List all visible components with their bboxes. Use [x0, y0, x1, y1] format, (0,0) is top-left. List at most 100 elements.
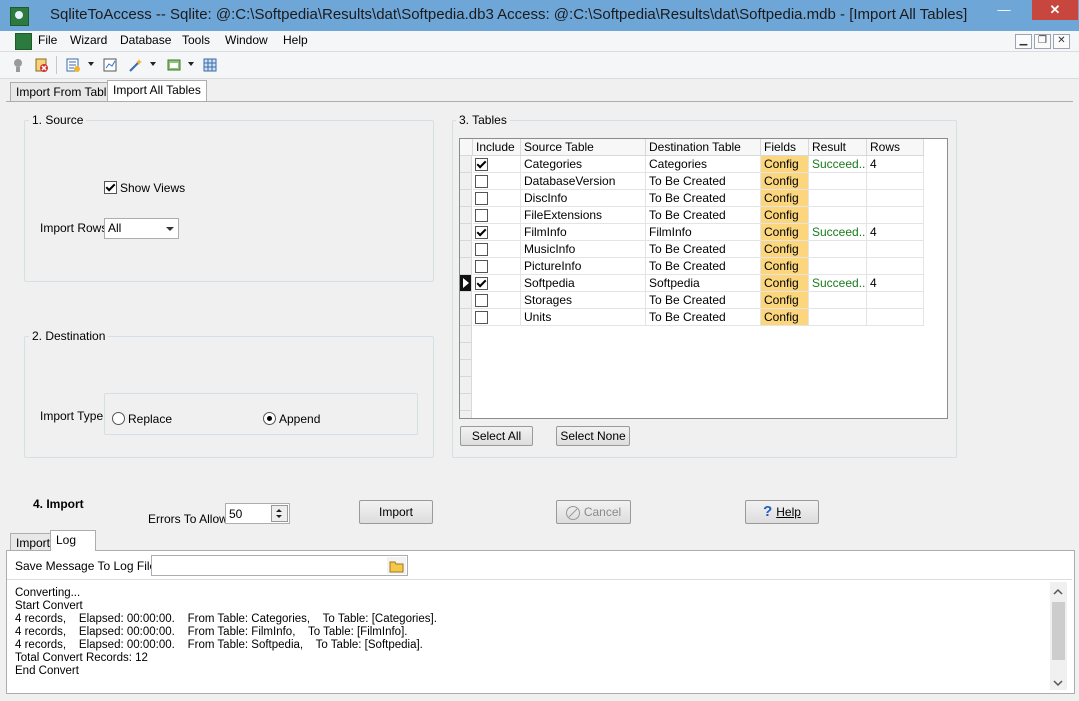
grid-cell-result[interactable]: Succeed... — [809, 275, 867, 292]
row-header[interactable] — [460, 156, 472, 173]
include-cell[interactable] — [473, 207, 521, 224]
grid-cell-rows[interactable] — [867, 258, 924, 275]
help-button[interactable]: ? Help — [745, 500, 819, 524]
open-folder-icon[interactable] — [387, 557, 406, 574]
include-checkbox[interactable] — [475, 243, 488, 256]
row-header[interactable] — [460, 224, 472, 241]
grid-cell-fields[interactable]: Config — [761, 207, 809, 224]
include-checkbox[interactable] — [475, 192, 488, 205]
tab-import-from-table[interactable]: Import From Table — [10, 82, 120, 101]
grid-cell-dest[interactable]: Softpedia — [646, 275, 761, 292]
grid-cell-rows[interactable]: 4 — [867, 224, 924, 241]
menu-wizard[interactable]: Wizard — [70, 33, 107, 47]
show-views-checkbox[interactable] — [104, 181, 117, 194]
include-cell[interactable] — [473, 275, 521, 292]
grid-cell-rows[interactable]: 4 — [867, 275, 924, 292]
wizard-dropdown-icon[interactable] — [88, 62, 94, 66]
connect-icon[interactable] — [10, 57, 26, 73]
tab-log[interactable]: Log — [50, 530, 96, 551]
tab-import-all-tables[interactable]: Import All Tables — [107, 80, 207, 101]
select-all-button[interactable]: Select All — [460, 426, 533, 446]
spinner-arrows-icon[interactable] — [271, 505, 288, 522]
select-none-button[interactable]: Select None — [556, 426, 630, 446]
wand-dropdown-icon[interactable] — [150, 62, 156, 66]
menu-file[interactable]: File — [38, 33, 57, 47]
grid-cell-source[interactable]: DiscInfo — [521, 190, 646, 207]
wizard-icon[interactable] — [65, 57, 81, 73]
grid-cell-fields[interactable]: Config — [761, 173, 809, 190]
mdi-minimize-button[interactable]: ▁ — [1015, 34, 1032, 49]
grid-cell-fields[interactable]: Config — [761, 241, 809, 258]
grid-cell-rows[interactable] — [867, 207, 924, 224]
grid-cell-dest[interactable]: To Be Created — [646, 258, 761, 275]
include-checkbox[interactable] — [475, 294, 488, 307]
include-checkbox[interactable] — [475, 175, 488, 188]
grid-cell-fields[interactable]: Config — [761, 156, 809, 173]
grid-cell-result[interactable] — [809, 309, 867, 326]
include-cell[interactable] — [473, 156, 521, 173]
window-icon[interactable] — [166, 57, 182, 73]
grid-cell-dest[interactable]: Categories — [646, 156, 761, 173]
include-cell[interactable] — [473, 241, 521, 258]
grid-cell-result[interactable] — [809, 258, 867, 275]
grid-cell-source[interactable]: Softpedia — [521, 275, 646, 292]
replace-radio[interactable] — [112, 412, 125, 425]
grid-cell-source[interactable]: Categories — [521, 156, 646, 173]
grid-cell-result[interactable] — [809, 207, 867, 224]
include-cell[interactable] — [473, 309, 521, 326]
include-checkbox[interactable] — [475, 158, 488, 171]
app-icon[interactable] — [10, 7, 29, 26]
grid-cell-rows[interactable] — [867, 309, 924, 326]
grid-cell-dest[interactable]: To Be Created — [646, 190, 761, 207]
grid-cell-fields[interactable]: Config — [761, 258, 809, 275]
grid-cell-source[interactable]: MusicInfo — [521, 241, 646, 258]
row-header[interactable] — [460, 207, 472, 224]
grid-cell-dest[interactable]: To Be Created — [646, 173, 761, 190]
cancel-button[interactable]: Cancel — [556, 500, 631, 524]
tables-grid[interactable]: Include Source Table Destination Table Fiel… — [459, 138, 948, 419]
row-header[interactable] — [460, 292, 472, 309]
import-button[interactable]: Import — [359, 500, 433, 524]
grid-cell-result[interactable]: Succeed... — [809, 224, 867, 241]
include-checkbox[interactable] — [475, 277, 488, 290]
grid-cell-source[interactable]: Storages — [521, 292, 646, 309]
close-button[interactable]: ✕ — [1032, 0, 1078, 20]
row-header[interactable] — [460, 309, 472, 326]
mdi-close-button[interactable]: ✕ — [1053, 34, 1070, 49]
log-scrollbar[interactable] — [1050, 582, 1067, 690]
grid-cell-fields[interactable]: Config — [761, 292, 809, 309]
grid-cell-source[interactable]: FileExtensions — [521, 207, 646, 224]
grid-column-header[interactable]: Include — [473, 139, 521, 156]
append-radio[interactable] — [263, 412, 276, 425]
magic-wand-icon[interactable] — [127, 57, 143, 73]
grid-column-header[interactable]: Result — [809, 139, 867, 156]
grid-cell-source[interactable]: FilmInfo — [521, 224, 646, 241]
grid-cell-result[interactable]: Succeed... — [809, 156, 867, 173]
grid-cell-dest[interactable]: To Be Created — [646, 241, 761, 258]
row-header[interactable] — [460, 275, 472, 292]
grid-cell-dest[interactable]: To Be Created — [646, 292, 761, 309]
include-checkbox[interactable] — [475, 226, 488, 239]
report-icon[interactable] — [102, 57, 118, 73]
grid-cell-result[interactable] — [809, 241, 867, 258]
errors-to-allow-spinner[interactable]: 50 — [225, 503, 290, 524]
row-header[interactable] — [460, 258, 472, 275]
window-dropdown-icon[interactable] — [188, 62, 194, 66]
grid-cell-dest[interactable]: To Be Created — [646, 309, 761, 326]
grid-cell-dest[interactable]: To Be Created — [646, 207, 761, 224]
row-header[interactable] — [460, 241, 472, 258]
grid-cell-dest[interactable]: FilmInfo — [646, 224, 761, 241]
mdi-restore-button[interactable]: ❐ — [1034, 34, 1051, 49]
grid-cell-result[interactable] — [809, 292, 867, 309]
disconnect-icon[interactable] — [33, 57, 49, 73]
row-header[interactable] — [460, 190, 472, 207]
include-cell[interactable] — [473, 258, 521, 275]
grid-cell-fields[interactable]: Config — [761, 275, 809, 292]
include-cell[interactable] — [473, 190, 521, 207]
grid-column-header[interactable]: Source Table — [521, 139, 646, 156]
scroll-up-icon[interactable] — [1053, 585, 1063, 599]
log-scroll-thumb[interactable] — [1052, 602, 1065, 660]
grid-cell-rows[interactable] — [867, 190, 924, 207]
grid-cell-rows[interactable]: 4 — [867, 156, 924, 173]
scroll-down-icon[interactable] — [1053, 676, 1063, 690]
